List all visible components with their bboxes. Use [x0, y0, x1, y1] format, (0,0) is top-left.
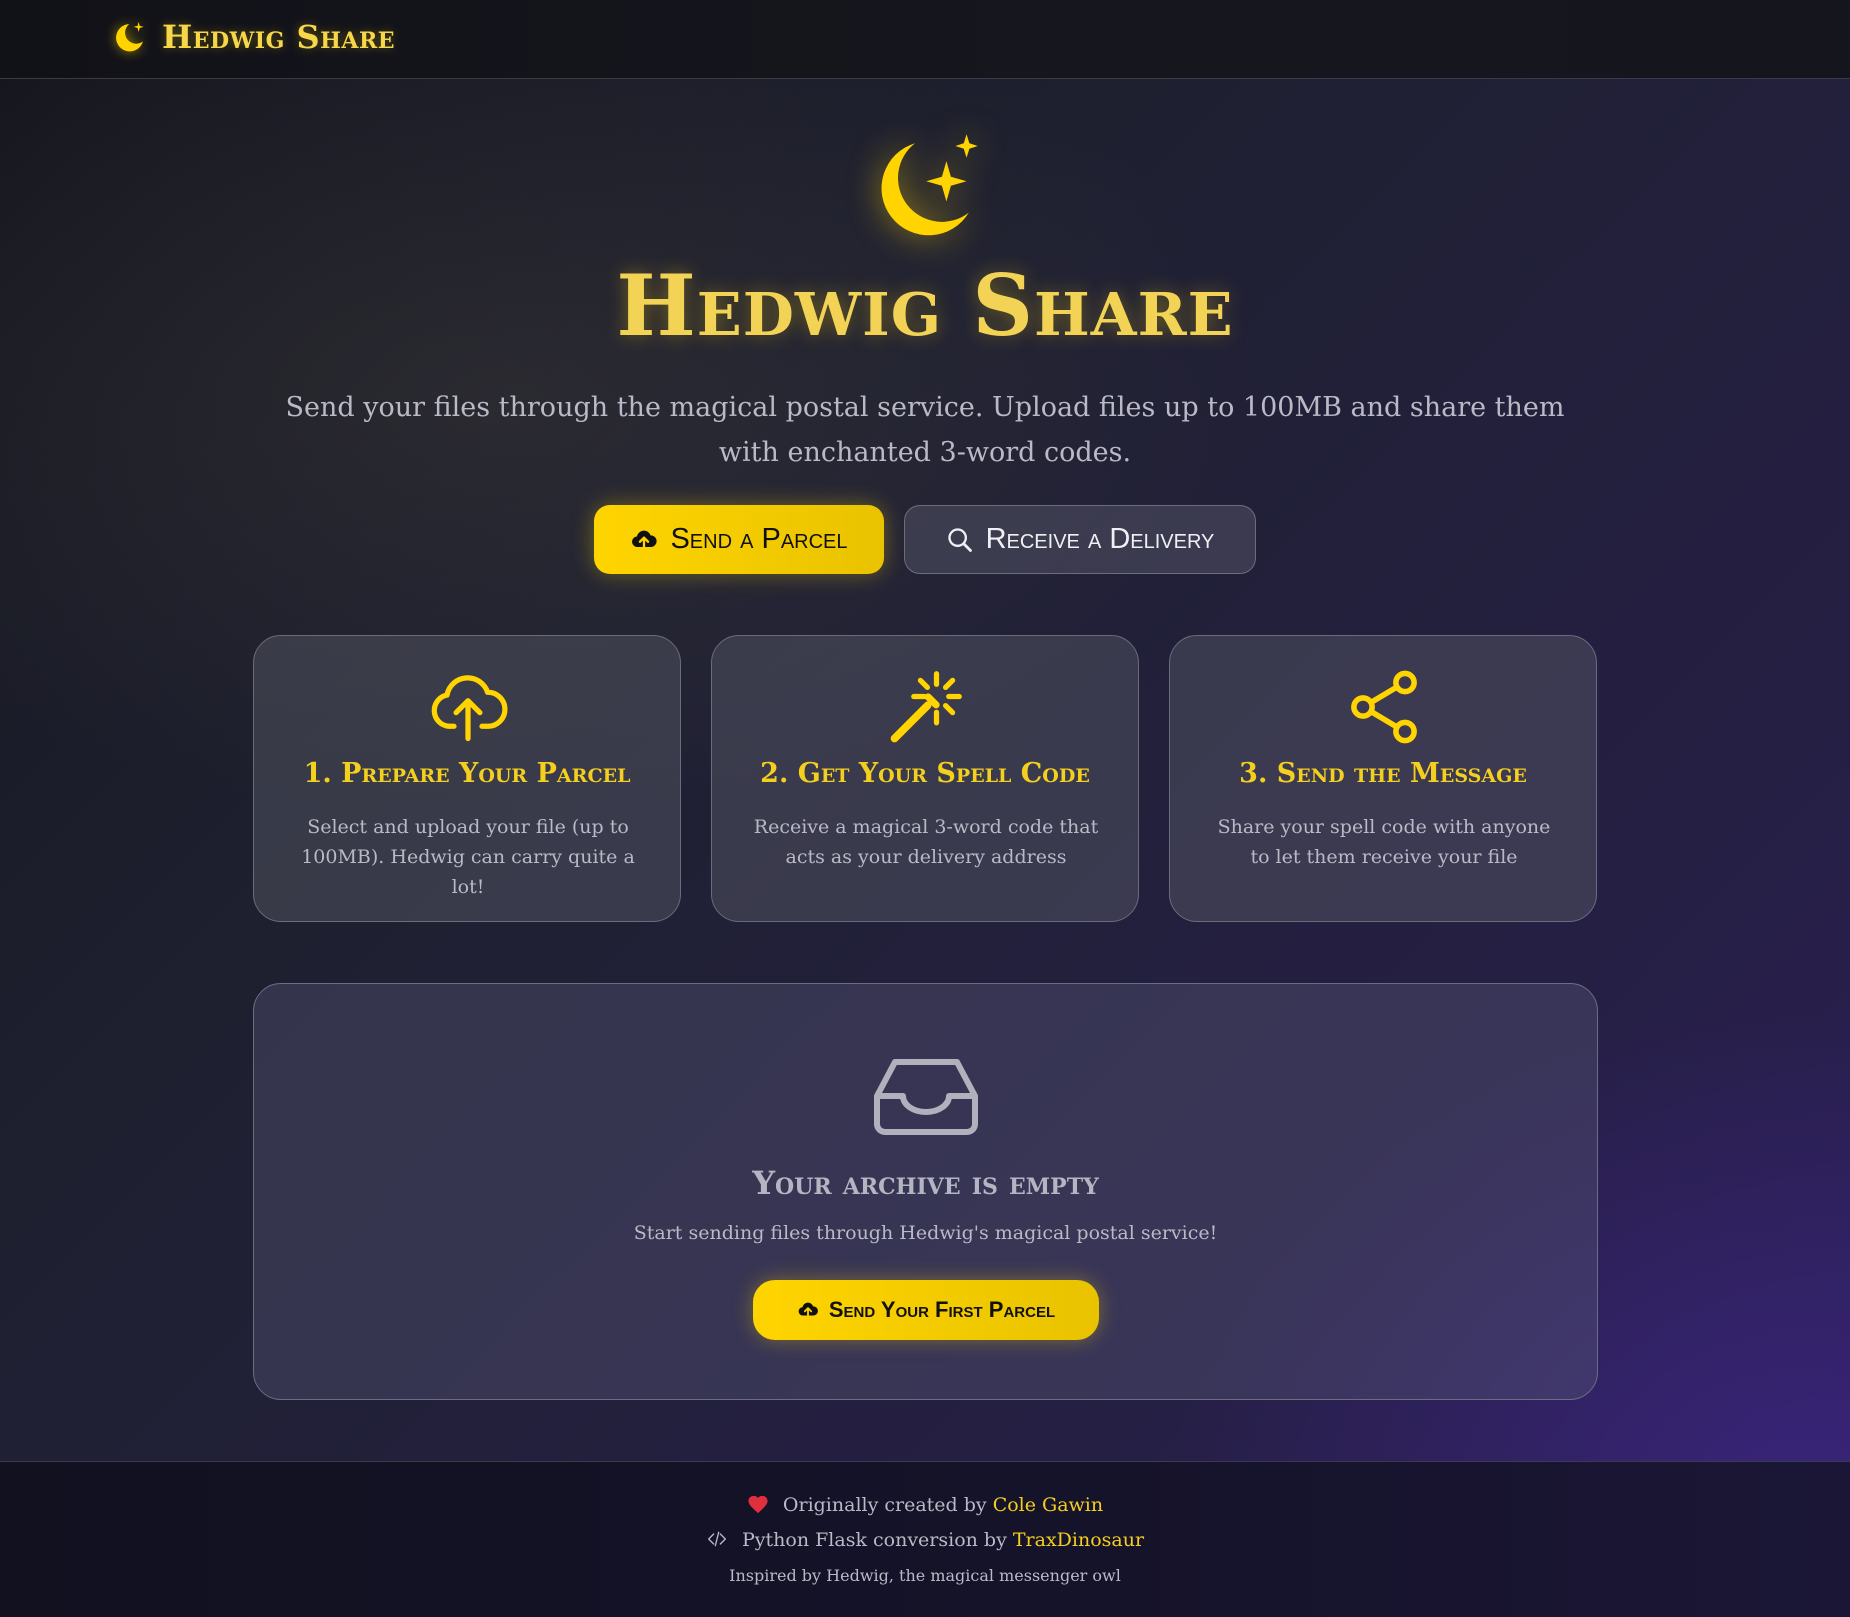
code-icon [707, 1531, 726, 1547]
magic-wand-icon [890, 671, 962, 743]
page-subtitle: Send your files through the magical post… [285, 392, 1565, 468]
heart-icon [748, 1495, 768, 1514]
brand-name: Hedwig Share [162, 18, 396, 56]
empty-state-title: Your archive is empty [752, 1164, 1099, 1202]
archive-panel: Your archive is empty Start sending file… [253, 983, 1598, 1400]
converter-link[interactable]: TraxDinosaur [1013, 1529, 1144, 1551]
top-navbar: Hedwig Share [0, 0, 1850, 79]
send-parcel-button[interactable]: Send a Parcel [594, 505, 884, 574]
step-description: Receive a magical 3-word code that acts … [753, 816, 1099, 868]
footer: Originally created by Cole Gawin Python … [0, 1461, 1850, 1617]
step-card-spell-code: 2. Get Your Spell Code Receive a magical… [711, 635, 1139, 922]
empty-state-text: Start sending files through Hedwig's mag… [633, 1222, 1218, 1244]
receive-delivery-label: Receive a Delivery [985, 523, 1215, 555]
step-title: 2. Get Your Spell Code [760, 758, 1090, 789]
send-first-parcel-label: Send Your First Parcel [828, 1297, 1056, 1322]
upload-cloud-icon [798, 1302, 818, 1318]
step-description: Select and upload your file (up to 100MB… [301, 816, 635, 898]
footer-inspiration: Inspired by Hedwig, the magical messenge… [729, 1566, 1121, 1585]
footer-credit-original: Originally created by Cole Gawin [0, 1494, 1850, 1516]
receive-delivery-button[interactable]: Receive a Delivery [904, 505, 1256, 574]
search-icon [947, 527, 972, 552]
step-card-send-message: 3. Send the Message Share your spell cod… [1169, 635, 1597, 922]
step-description: Share your spell code with anyone to let… [1217, 816, 1551, 868]
author-link[interactable]: Cole Gawin [993, 1494, 1103, 1516]
step-card-prepare: 1. Prepare Your Parcel Select and upload… [253, 635, 681, 922]
step-title: 3. Send the Message [1239, 758, 1527, 789]
send-parcel-label: Send a Parcel [670, 523, 848, 555]
moon-stars-icon [881, 134, 978, 236]
footer-credit-text: Originally created by [782, 1494, 987, 1516]
page-title: Hedwig Share [616, 256, 1234, 355]
footer-conversion-text: Python Flask conversion by [742, 1529, 1007, 1551]
inbox-icon [874, 1059, 978, 1135]
moon-stars-icon [116, 21, 144, 52]
footer-credit-conversion: Python Flask conversion by TraxDinosaur [0, 1529, 1850, 1551]
upload-cloud-icon [632, 530, 658, 549]
upload-cloud-icon [431, 675, 508, 742]
step-title: 1. Prepare Your Parcel [303, 758, 631, 789]
send-first-parcel-button[interactable]: Send Your First Parcel [753, 1280, 1099, 1340]
brand-link[interactable]: Hedwig Share [112, 18, 395, 56]
share-icon [1351, 670, 1417, 744]
